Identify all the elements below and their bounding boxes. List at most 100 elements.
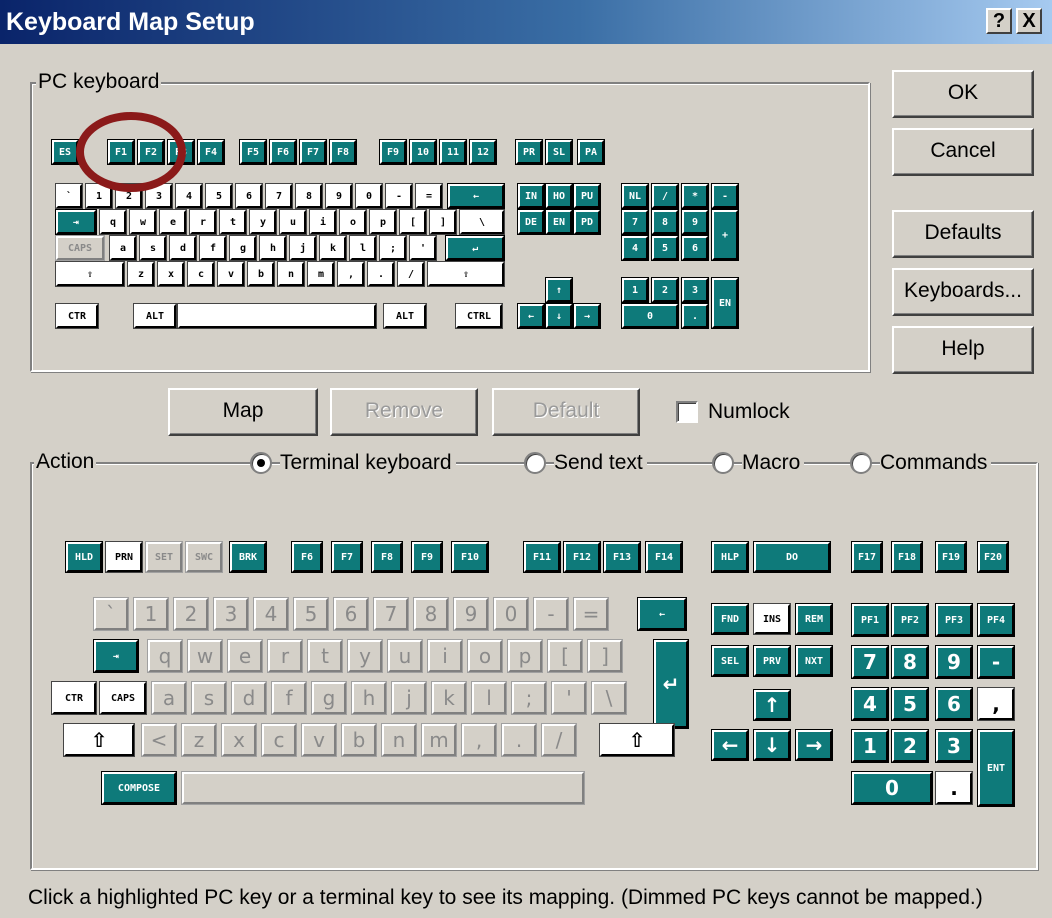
- key[interactable]: F1: [107, 139, 135, 165]
- key[interactable]: ⇧: [55, 261, 125, 287]
- key[interactable]: HLD: [65, 541, 103, 573]
- key[interactable]: F6: [269, 139, 297, 165]
- key[interactable]: u: [279, 209, 307, 235]
- key[interactable]: 4: [621, 235, 649, 261]
- key[interactable]: 6: [935, 687, 973, 721]
- key[interactable]: 7: [621, 209, 649, 235]
- key[interactable]: ;: [379, 235, 407, 261]
- key[interactable]: g: [229, 235, 257, 261]
- cancel-button[interactable]: Cancel: [892, 128, 1034, 176]
- key[interactable]: F7: [331, 541, 363, 573]
- key[interactable]: 8: [651, 209, 679, 235]
- key[interactable]: 4: [851, 687, 889, 721]
- key[interactable]: 6: [235, 183, 263, 209]
- key[interactable]: PRV: [753, 645, 791, 677]
- key[interactable]: 10: [409, 139, 437, 165]
- key[interactable]: CTRL: [455, 303, 503, 329]
- key[interactable]: 1: [851, 729, 889, 763]
- key[interactable]: ⇧: [427, 261, 505, 287]
- key[interactable]: 7: [265, 183, 293, 209]
- key[interactable]: PF2: [891, 603, 929, 637]
- key[interactable]: ↵: [445, 235, 505, 261]
- key[interactable]: w: [129, 209, 157, 235]
- key[interactable]: →: [795, 729, 833, 761]
- radio-terminal-keyboard[interactable]: [250, 452, 272, 474]
- key[interactable]: ENT: [977, 729, 1015, 807]
- key[interactable]: [: [399, 209, 427, 235]
- key[interactable]: F13: [603, 541, 641, 573]
- numlock-checkbox[interactable]: [676, 401, 698, 423]
- key[interactable]: e: [159, 209, 187, 235]
- key[interactable]: 9: [681, 209, 709, 235]
- key[interactable]: ←: [517, 303, 545, 329]
- key[interactable]: 5: [205, 183, 233, 209]
- key[interactable]: 0: [355, 183, 383, 209]
- key[interactable]: FND: [711, 603, 749, 635]
- key[interactable]: 3: [145, 183, 173, 209]
- key[interactable]: ↵: [653, 639, 689, 729]
- help-title-button[interactable]: ?: [986, 8, 1012, 34]
- key[interactable]: EN: [711, 277, 739, 329]
- key[interactable]: REM: [795, 603, 833, 635]
- key[interactable]: ⇧: [599, 723, 675, 757]
- key[interactable]: z: [127, 261, 155, 287]
- key[interactable]: ↓: [545, 303, 573, 329]
- key[interactable]: F9: [379, 139, 407, 165]
- key[interactable]: -: [385, 183, 413, 209]
- key[interactable]: \: [459, 209, 505, 235]
- key[interactable]: r: [189, 209, 217, 235]
- key[interactable]: 1: [621, 277, 649, 303]
- key[interactable]: ↓: [753, 729, 791, 761]
- key[interactable]: `: [55, 183, 83, 209]
- key[interactable]: PF1: [851, 603, 889, 637]
- key[interactable]: v: [217, 261, 245, 287]
- key[interactable]: F19: [935, 541, 967, 573]
- key[interactable]: COMPOSE: [101, 771, 177, 805]
- key[interactable]: F3: [167, 139, 195, 165]
- key[interactable]: k: [319, 235, 347, 261]
- key[interactable]: s: [139, 235, 167, 261]
- key[interactable]: F18: [891, 541, 923, 573]
- key[interactable]: F5: [239, 139, 267, 165]
- key[interactable]: c: [187, 261, 215, 287]
- key[interactable]: 3: [935, 729, 973, 763]
- key[interactable]: -: [711, 183, 739, 209]
- key[interactable]: =: [415, 183, 443, 209]
- key[interactable]: ↑: [545, 277, 573, 303]
- radio-send-text[interactable]: [524, 452, 546, 474]
- key[interactable]: l: [349, 235, 377, 261]
- key[interactable]: 4: [175, 183, 203, 209]
- key[interactable]: F14: [645, 541, 683, 573]
- key[interactable]: 8: [891, 645, 929, 679]
- key[interactable]: INS: [753, 603, 791, 635]
- key[interactable]: o: [339, 209, 367, 235]
- key[interactable]: 3: [681, 277, 709, 303]
- key[interactable]: ⇥: [93, 639, 139, 673]
- radio-macro[interactable]: [712, 452, 734, 474]
- key[interactable]: q: [99, 209, 127, 235]
- key[interactable]: x: [157, 261, 185, 287]
- key[interactable]: 0: [621, 303, 679, 329]
- map-button[interactable]: Map: [168, 388, 318, 436]
- key[interactable]: F8: [371, 541, 403, 573]
- key[interactable]: F2: [137, 139, 165, 165]
- key[interactable]: CAPS: [99, 681, 147, 715]
- key[interactable]: DO: [753, 541, 831, 573]
- key[interactable]: m: [307, 261, 335, 287]
- ok-button[interactable]: OK: [892, 70, 1034, 118]
- key[interactable]: EN: [545, 209, 573, 235]
- key[interactable]: PD: [573, 209, 601, 235]
- key[interactable]: 2: [115, 183, 143, 209]
- key[interactable]: ALT: [383, 303, 427, 329]
- key[interactable]: HO: [545, 183, 573, 209]
- keyboards-button[interactable]: Keyboards...: [892, 268, 1034, 316]
- key[interactable]: F7: [299, 139, 327, 165]
- key[interactable]: 1: [85, 183, 113, 209]
- key[interactable]: F11: [523, 541, 561, 573]
- key[interactable]: F20: [977, 541, 1009, 573]
- key[interactable]: [177, 303, 377, 329]
- key[interactable]: /: [397, 261, 425, 287]
- radio-commands[interactable]: [850, 452, 872, 474]
- key[interactable]: ES: [51, 139, 79, 165]
- key[interactable]: SEL: [711, 645, 749, 677]
